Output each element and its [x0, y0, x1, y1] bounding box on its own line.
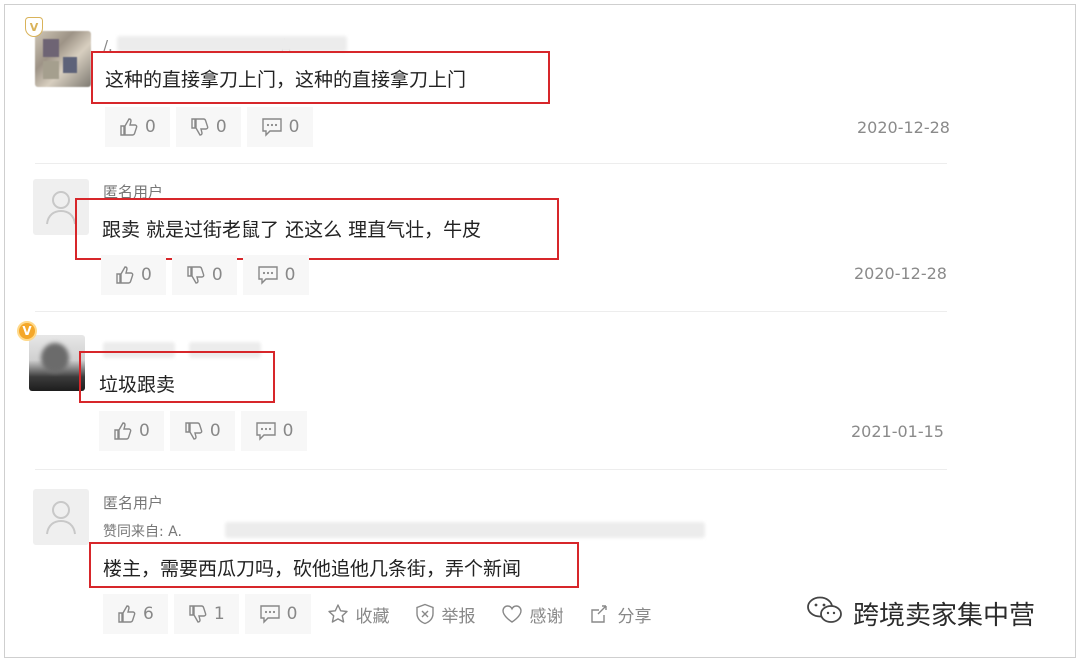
- like-button[interactable]: 6: [103, 594, 168, 634]
- divider: [35, 469, 947, 470]
- thumbs-down-icon: [184, 421, 204, 441]
- wechat-icon: [805, 595, 845, 632]
- dislike-count: 0: [215, 117, 227, 137]
- heart-icon: [501, 604, 523, 624]
- comment-date: 2020-12-28: [857, 118, 950, 137]
- comment-date: 2020-12-28: [854, 264, 947, 283]
- reply-button[interactable]: 0: [242, 255, 310, 295]
- reply-count: 0: [288, 117, 300, 137]
- comment-list-frame: V /. 者 这种的直接拿刀上门，这种的直接拿刀上门 0 0 0 2020-12…: [4, 4, 1076, 658]
- highlight-box: [89, 542, 579, 588]
- dislike-count: 0: [209, 421, 221, 441]
- share-label: 分享: [617, 606, 652, 627]
- like-count: 0: [141, 265, 152, 285]
- reply-count: 0: [284, 265, 296, 285]
- comment-icon: [261, 117, 283, 137]
- comment-author-name[interactable]: 匿名用户: [103, 492, 163, 513]
- collect-button[interactable]: 收藏: [317, 594, 399, 634]
- avatar[interactable]: [33, 489, 89, 545]
- collect-label: 收藏: [355, 606, 390, 627]
- comment-actions: 0 0 0: [105, 107, 314, 147]
- thumbs-down-icon: [190, 117, 210, 137]
- vip-badge-icon: V: [25, 17, 43, 37]
- star-icon: [327, 603, 349, 625]
- comment-icon: [255, 421, 277, 441]
- comment-actions: 0 0 0: [99, 411, 308, 451]
- avatar[interactable]: [35, 31, 91, 87]
- thumbs-down-icon: [186, 265, 206, 285]
- comment-actions: 0 0 0: [101, 255, 310, 295]
- thumbs-up-icon: [113, 421, 133, 441]
- dislike-button[interactable]: 1: [173, 594, 239, 634]
- like-button[interactable]: 0: [105, 107, 170, 147]
- reply-count: 0: [282, 421, 294, 441]
- share-icon: [589, 603, 611, 625]
- avatar[interactable]: [29, 335, 85, 391]
- divider: [35, 311, 947, 312]
- report-button[interactable]: 举报: [405, 594, 485, 634]
- comment-date: 2021-01-15: [851, 422, 944, 441]
- blurred-endorsers: [225, 522, 705, 538]
- like-button[interactable]: 0: [101, 255, 166, 295]
- reply-button[interactable]: 0: [244, 594, 312, 634]
- thank-button[interactable]: 感谢: [491, 594, 573, 634]
- comment-icon: [259, 604, 281, 624]
- report-label: 举报: [441, 606, 476, 627]
- dislike-count: 1: [213, 604, 225, 624]
- comment-icon: [257, 265, 279, 285]
- thumbs-up-icon: [119, 117, 139, 137]
- like-button[interactable]: 0: [99, 411, 164, 451]
- endorsed-by-label: 赞同来自: A.: [103, 524, 182, 540]
- divider: [35, 163, 947, 164]
- dislike-count: 0: [211, 265, 223, 285]
- dislike-button[interactable]: 0: [171, 255, 237, 295]
- comment-actions: 6 1 0 收藏 举报 感谢 分享: [103, 594, 661, 634]
- reply-button[interactable]: 0: [246, 107, 314, 147]
- reply-count: 0: [286, 604, 298, 624]
- share-button[interactable]: 分享: [579, 594, 661, 634]
- vip-badge-icon: V: [17, 321, 37, 341]
- blurred-name: [117, 36, 347, 52]
- dislike-button[interactable]: 0: [175, 107, 241, 147]
- thumbs-up-icon: [117, 604, 137, 624]
- watermark-text: 跨境卖家集中营: [853, 601, 1036, 631]
- thank-label: 感谢: [529, 606, 564, 627]
- like-count: 0: [139, 421, 150, 441]
- watermark: 跨境卖家集中营: [805, 595, 1035, 632]
- like-count: 0: [145, 117, 156, 137]
- highlight-box: [75, 198, 559, 260]
- thumbs-up-icon: [115, 265, 135, 285]
- dislike-button[interactable]: 0: [169, 411, 235, 451]
- reply-button[interactable]: 0: [240, 411, 308, 451]
- thumbs-down-icon: [188, 604, 208, 624]
- highlight-box: [79, 351, 275, 403]
- report-shield-icon: [415, 603, 435, 625]
- highlight-box: [91, 51, 550, 104]
- like-count: 6: [143, 604, 154, 624]
